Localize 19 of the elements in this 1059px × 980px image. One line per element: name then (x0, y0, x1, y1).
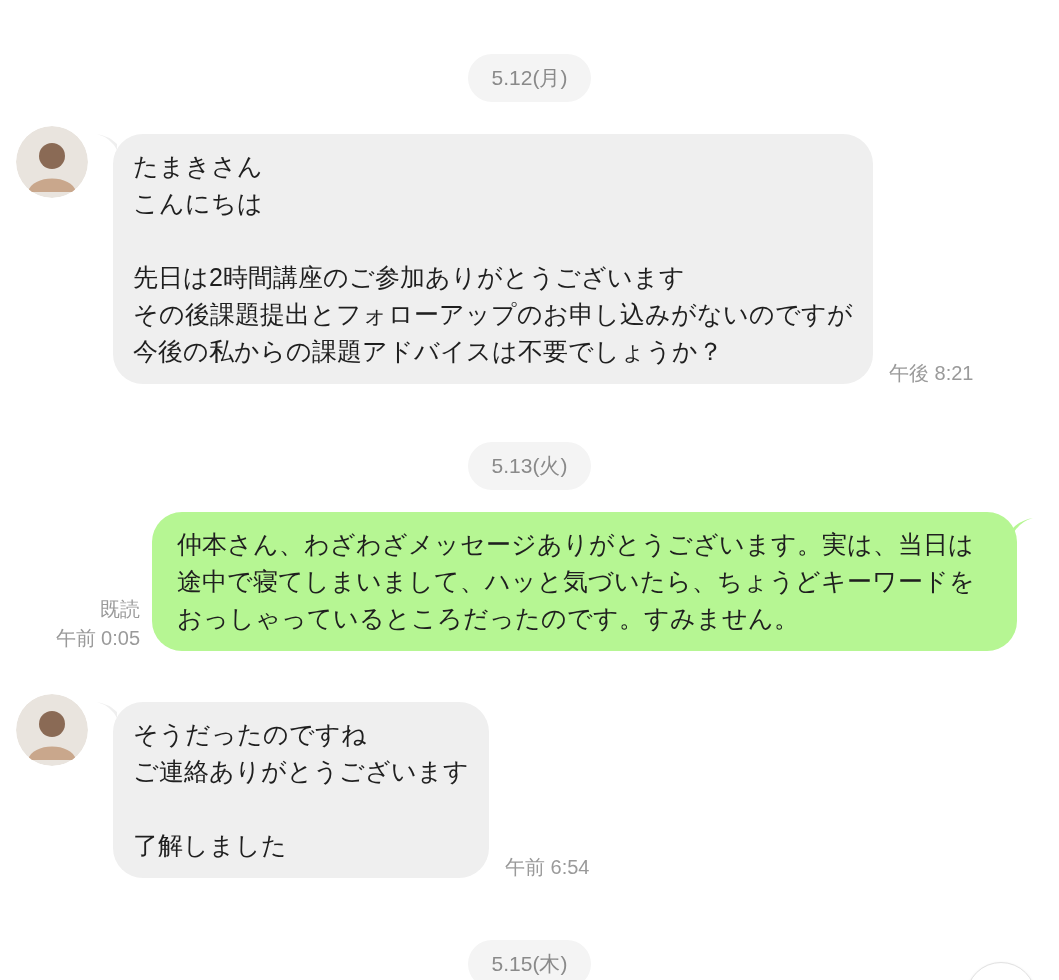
message-time: 午前 6:54 (505, 855, 590, 880)
message-line: そうだったのですね (133, 719, 368, 750)
message-line: その後課題提出とフォローアップのお申し込みがないのですが (133, 299, 853, 330)
avatar[interactable] (16, 694, 88, 766)
message-line: 了解しました (133, 830, 288, 861)
read-status: 既読 (100, 597, 140, 622)
date-label: 5.13(火) (467, 442, 592, 490)
message-line: こんにちは (133, 188, 264, 219)
bubble-tail (1013, 518, 1033, 534)
date-label: 5.15(木) (467, 940, 592, 980)
message-line: たまきさん (133, 151, 264, 182)
message-line: 先日は2時間講座のご参加ありがとうございます (133, 262, 686, 293)
date-label: 5.12(月) (467, 54, 592, 102)
message-line: 今後の私からの課題アドバイスは不要でしょうか？ (133, 336, 724, 367)
message-time: 午前 0:05 (55, 626, 140, 651)
message-time: 午後 8:21 (889, 361, 974, 386)
message-line: ご連絡ありがとうございます (133, 756, 469, 787)
message-bubble: 仲本さん、わざわざメッセージありがとうございます。実は、当日は途中で寝てしまいまして、ハッと気づいたら、ちょうどキーワードをおっしゃっているところだったのです。すみません。 (152, 512, 1017, 651)
avatar[interactable] (16, 126, 88, 198)
